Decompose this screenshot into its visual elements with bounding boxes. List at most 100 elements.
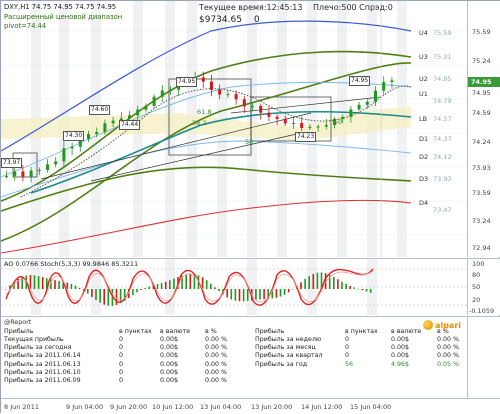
- report-pane: @Report Прибыль в пунктах в валюте в % Т…: [1, 316, 467, 398]
- ao-bar: [357, 288, 360, 290]
- candle-body: [95, 131, 99, 135]
- time-tick: 10 Jun 12:00: [152, 403, 194, 411]
- ao-bar: [21, 276, 23, 289]
- alpari-logo: alpari: [423, 319, 461, 331]
- ao-bar: [78, 287, 81, 289]
- candle-body: [218, 89, 222, 95]
- candle-body: [169, 89, 172, 91]
- report-cell-label: Прибыль за квартал: [255, 352, 323, 360]
- ao-bar: [87, 289, 89, 294]
- report-cell-money: 4.96$: [391, 360, 410, 368]
- time-tick: 13 Jun 20:00: [251, 403, 293, 411]
- report-cell-money: 0.00$: [160, 336, 179, 343]
- price-tick: 75.24: [472, 57, 491, 65]
- report-col-header: в %: [205, 328, 217, 335]
- level-value: 74.95: [433, 75, 452, 83]
- ao-bar: [119, 289, 122, 304]
- report-cell-money: 0.00$: [160, 368, 179, 376]
- candle-body: [201, 77, 205, 82]
- report-col-header: Прибыль: [255, 328, 285, 335]
- candle-body: [234, 94, 238, 100]
- ao-bar: [361, 289, 364, 291]
- report-col-header: Прибыль: [4, 328, 34, 335]
- ao-bar: [164, 281, 167, 289]
- ao-bar: [365, 289, 368, 292]
- ao-bar: [337, 279, 339, 289]
- report-cell-points: 56: [345, 360, 354, 368]
- ao-bar: [369, 289, 372, 293]
- candle-body: [160, 90, 164, 97]
- report-cell-points: 0: [119, 368, 124, 376]
- osc-tick: 50: [472, 283, 481, 291]
- candle-body: [128, 115, 131, 119]
- price-tick: 75.59: [472, 28, 491, 36]
- report-cell-money: 0.00$: [391, 352, 410, 360]
- report-cell-money: 0.00$: [160, 344, 179, 352]
- ao-bar: [99, 289, 101, 303]
- time-axis[interactable]: 8 Jun 2011 9 Jun 04:00 9 Jun 20:00 10 Ju…: [1, 398, 500, 414]
- ao-bar: [91, 289, 93, 297]
- candle-body: [87, 134, 90, 140]
- candle-body: [324, 124, 328, 127]
- price-box: 74.60: [89, 105, 111, 115]
- level-value: 74.79: [433, 97, 452, 105]
- ao-bar: [218, 289, 220, 292]
- oscillator-header: AO 0.0766 Stoch(5,3,3) 99.9846 85.3211: [4, 260, 139, 268]
- price-axis[interactable]: 75.59 75.24 74.95 74.59 74.24 73.93 73.5…: [467, 1, 500, 257]
- ao-bar: [242, 289, 245, 302]
- report-cell-points: 0: [345, 344, 350, 352]
- osc-tick: 80: [472, 271, 481, 279]
- fib-level: 38.2: [192, 119, 207, 127]
- level-label-u1: U1: [419, 90, 428, 98]
- candle-body: [308, 126, 312, 128]
- report-cell-money: 0.00$: [391, 336, 410, 343]
- ao-bar: [349, 285, 351, 289]
- ao-bar: [304, 278, 306, 289]
- price-tick: 72.94: [472, 244, 491, 252]
- level-value: 75.59: [433, 29, 452, 37]
- level-value: 74.57: [433, 115, 452, 123]
- price-chart-pane[interactable]: DXY,H1 74.75 74.95 74.75 74.95 Расширенн…: [1, 1, 467, 257]
- report-cell-pct: 0.00 %: [205, 377, 228, 384]
- report-col-header: в валюте: [391, 328, 422, 335]
- oscillator-pane[interactable]: AO 0.0766 Stoch(5,3,3) 99.9846 85.3211: [1, 258, 467, 315]
- ao-bar: [148, 286, 151, 289]
- candle-body: [300, 122, 304, 128]
- ao-bar: [230, 289, 233, 300]
- candle-body: [275, 116, 279, 119]
- report-cell-points: 0: [119, 336, 124, 343]
- report-cell-label: Прибыль за месяц: [255, 344, 316, 352]
- ao-bar: [58, 280, 60, 289]
- candle-body: [54, 161, 58, 165]
- level-label-lb: LB: [419, 115, 428, 123]
- level-label-u2: U2: [419, 75, 428, 83]
- symbol-ohlc-line: DXY,H1 74.75 74.95 74.75 74.95: [4, 3, 117, 11]
- price-chart-canvas: [1, 1, 467, 257]
- price-tick: 74.59: [472, 109, 491, 117]
- ao-bar: [41, 277, 44, 289]
- level-label-d1: D1: [419, 135, 429, 143]
- report-cell-pct: 0.00 %: [437, 336, 460, 343]
- ao-bar: [259, 289, 261, 300]
- time-tick: 14 Jun 12:00: [301, 403, 343, 411]
- candle-body: [70, 146, 74, 149]
- ao-bar: [136, 289, 138, 293]
- ao-bar: [5, 289, 7, 290]
- ao-bar: [341, 281, 343, 289]
- ao-bar: [292, 289, 294, 290]
- ao-bar: [255, 289, 257, 300]
- time-tick: 9 Jun 20:00: [110, 403, 148, 411]
- candle-body: [267, 112, 271, 117]
- ao-bar: [210, 283, 212, 289]
- report-cell-pct: 0.00 %: [437, 344, 460, 352]
- price-tick: 73.93: [472, 164, 491, 172]
- report-cell-pct: 0.00 %: [205, 352, 228, 360]
- ao-bar: [156, 284, 159, 289]
- report-cell-pct: 0.00 %: [205, 360, 228, 368]
- ao-bar: [70, 283, 73, 289]
- ao-bar: [189, 273, 192, 289]
- report-cell-label: Прибыль за 2011.06.14: [4, 352, 81, 360]
- level-label-u4: U4: [419, 29, 428, 37]
- oscillator-axis[interactable]: 100 80 50 20 -0.1059: [467, 258, 500, 315]
- report-cell-points: 0: [345, 352, 350, 360]
